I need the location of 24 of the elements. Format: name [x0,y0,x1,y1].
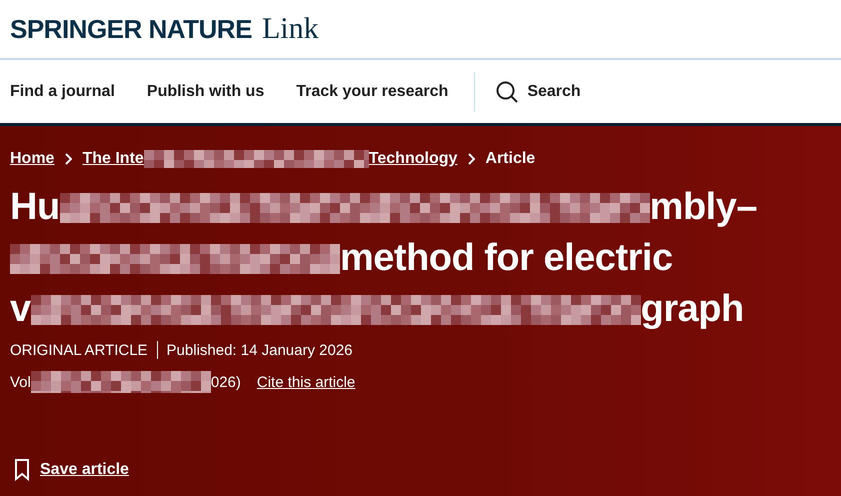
product-name: Link [262,12,319,46]
volume-text: 026) [210,374,241,390]
title-text: mbly– [650,186,757,229]
volume-text: Vol [10,374,31,390]
nav-link[interactable]: Find a journal [10,82,115,100]
cite-link[interactable]: Cite this article [256,374,356,390]
breadcrumb-link[interactable]: The Inte Technology [82,150,458,168]
title-text: v [10,288,31,331]
search-icon [495,80,520,104]
published-date: Published: 14 January 2026 [166,342,353,358]
save-article-button[interactable]: Save article [10,459,129,481]
bookmark-icon [14,459,30,481]
breadcrumb-link[interactable]: Home [10,150,54,168]
chevron-icon [467,153,476,165]
breadcrumb-current: Article [485,150,536,168]
nav-link[interactable]: Track your research [296,82,448,100]
title-text: graph [640,288,744,331]
title-text: method for electric [340,237,673,280]
article-type: ORIGINAL ARTICLE [10,342,148,358]
nav-link[interactable]: Publish with us [146,82,264,100]
title-text: Hu [10,186,60,229]
chevron-icon [64,153,72,165]
search-button[interactable]: Search [495,80,581,104]
brand-logo[interactable]: SPRINGER NATURE [10,14,252,44]
